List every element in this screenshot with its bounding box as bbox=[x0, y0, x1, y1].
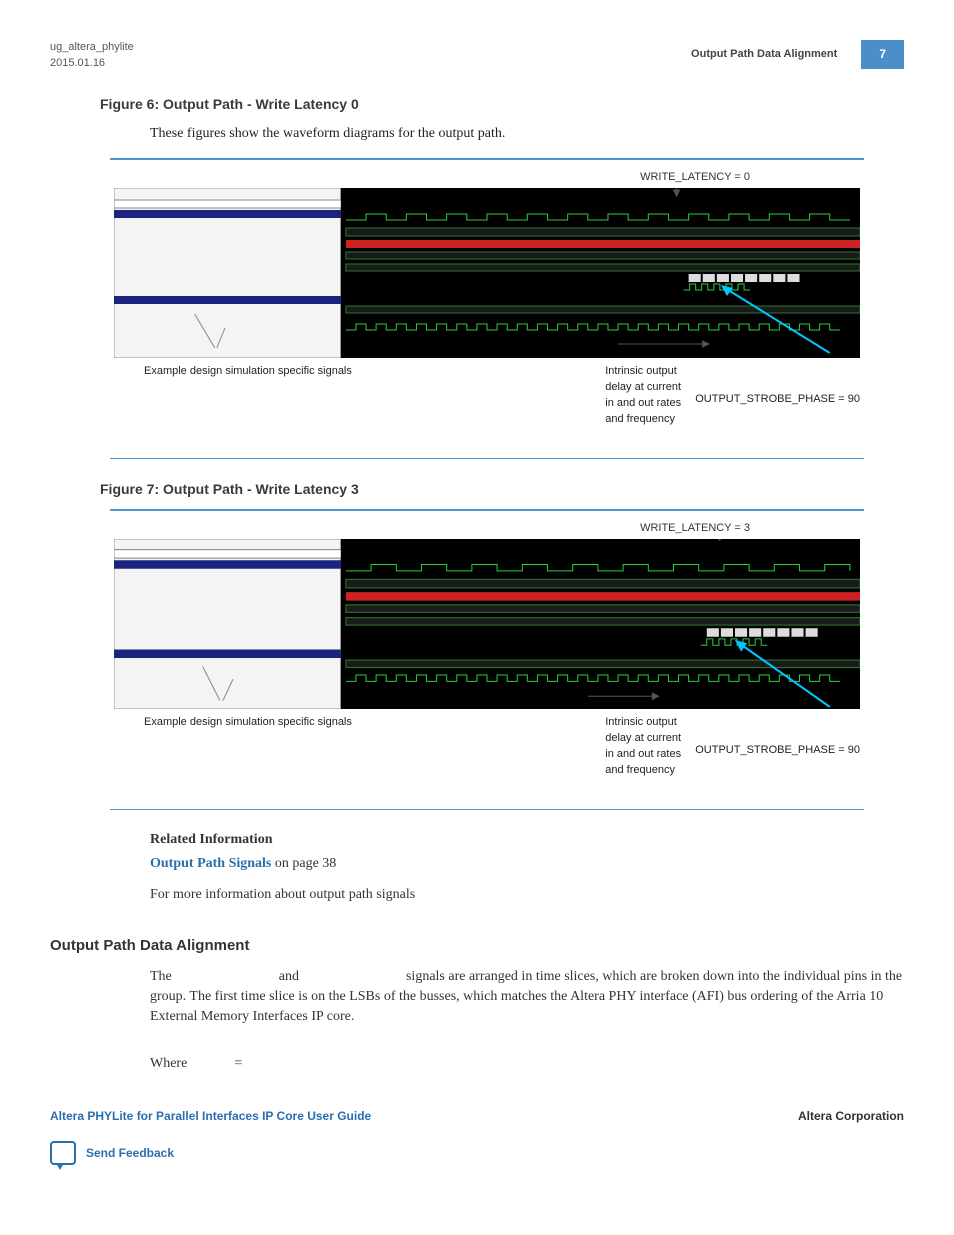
page-footer: Altera PHYLite for Parallel Interfaces I… bbox=[50, 1108, 904, 1125]
figure-7-title: Figure 7: Output Path - Write Latency 3 bbox=[100, 479, 904, 499]
figure-7-box: WRITE_LATENCY = 3 bbox=[110, 509, 864, 810]
doc-date: 2015.01.16 bbox=[50, 56, 134, 72]
related-info-heading: Related Information bbox=[150, 830, 904, 850]
waveform-fig6 bbox=[114, 188, 860, 358]
footer-company: Altera Corporation bbox=[798, 1108, 904, 1125]
where-line: Where = bbox=[150, 1054, 904, 1074]
section-paragraph: The and signals are arranged in time sli… bbox=[150, 967, 904, 1028]
doc-id: ug_altera_phylite bbox=[50, 40, 134, 56]
link-suffix: on page 38 bbox=[271, 856, 336, 871]
figure-6-box: WRITE_LATENCY = 0 bbox=[110, 158, 864, 459]
waveform-fig7 bbox=[114, 539, 860, 709]
related-desc: For more information about output path s… bbox=[150, 885, 904, 905]
feedback-label: Send Feedback bbox=[86, 1145, 174, 1162]
fig7-top-label: WRITE_LATENCY = 3 bbox=[640, 521, 750, 537]
figure-6-title: Figure 6: Output Path - Write Latency 0 bbox=[100, 94, 904, 114]
header-section-title: Output Path Data Alignment bbox=[691, 47, 837, 63]
footer-doc-title[interactable]: Altera PHYLite for Parallel Interfaces I… bbox=[50, 1108, 371, 1125]
section-heading: Output Path Data Alignment bbox=[50, 935, 904, 957]
fig7-left-annotation: Example design simulation specific signa… bbox=[144, 715, 353, 779]
fig6-right-annotation: OUTPUT_STROBE_PHASE = 90 bbox=[695, 364, 860, 428]
output-path-signals-link[interactable]: Output Path Signals bbox=[150, 856, 271, 871]
page-number-badge: 7 bbox=[861, 40, 904, 69]
send-feedback-link[interactable]: Send Feedback bbox=[50, 1141, 904, 1165]
figure-6-intro: These figures show the waveform diagrams… bbox=[150, 124, 904, 144]
fig6-center-annotation: Intrinsic output delay at current in and… bbox=[605, 364, 685, 428]
comment-icon bbox=[50, 1141, 76, 1165]
fig6-top-label: WRITE_LATENCY = 0 bbox=[640, 170, 750, 186]
fig6-left-annotation: Example design simulation specific signa… bbox=[144, 364, 353, 428]
fig7-center-annotation: Intrinsic output delay at current in and… bbox=[605, 715, 685, 779]
page-header: ug_altera_phylite 2015.01.16 Output Path… bbox=[50, 40, 904, 72]
fig7-right-annotation: OUTPUT_STROBE_PHASE = 90 bbox=[695, 715, 860, 779]
